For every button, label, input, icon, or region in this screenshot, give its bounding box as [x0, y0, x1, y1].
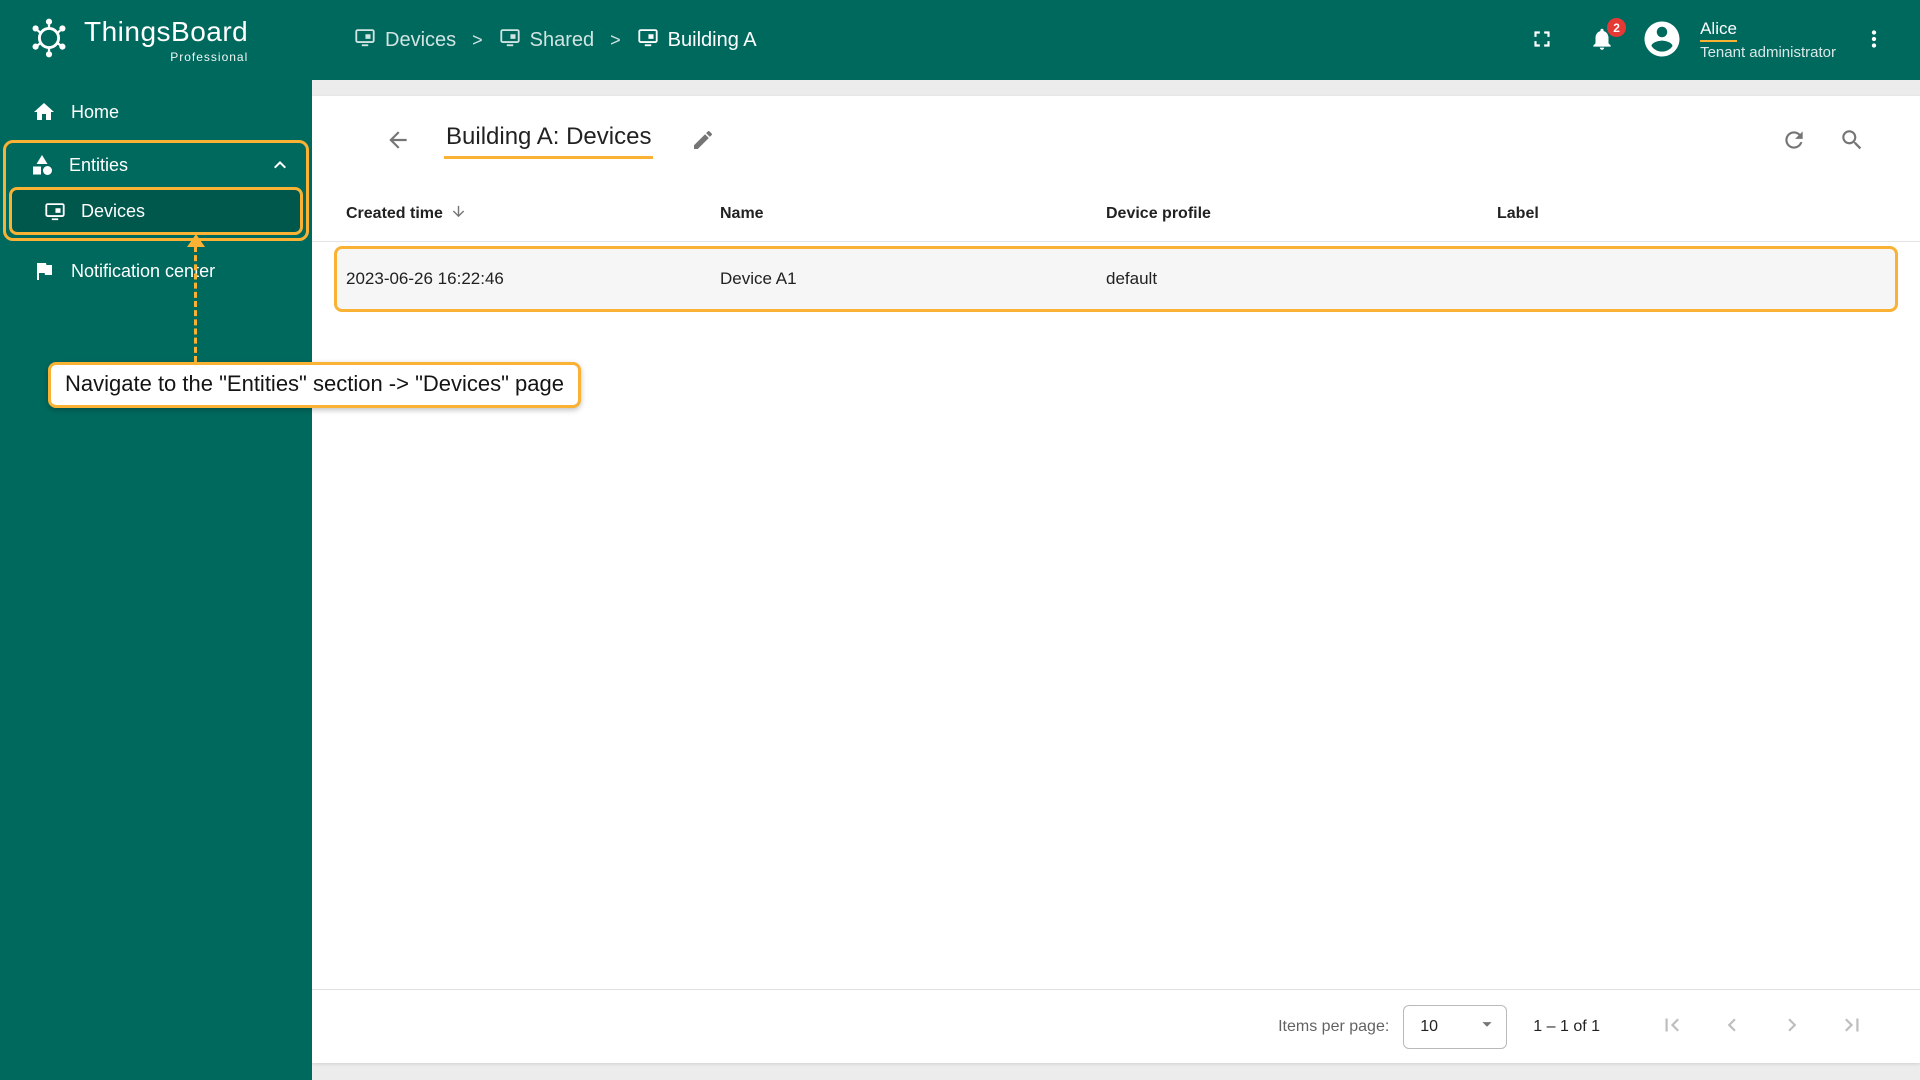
- sidebar-item-label: Entities: [69, 154, 129, 175]
- table-header-row: Created time Name Device profile Label: [312, 186, 1920, 242]
- search-button[interactable]: [1830, 119, 1874, 163]
- first-page-button[interactable]: [1648, 1003, 1696, 1051]
- paginator-buttons: [1648, 1003, 1876, 1051]
- next-page-button[interactable]: [1768, 1003, 1816, 1051]
- devices-icon: [354, 26, 376, 54]
- items-per-page-label: Items per page:: [1278, 1017, 1390, 1035]
- arrow-back-icon: [385, 127, 411, 156]
- items-per-page-select[interactable]: 10: [1403, 1004, 1508, 1049]
- home-icon: [32, 100, 56, 124]
- notifications-button[interactable]: 2: [1580, 18, 1627, 62]
- sort-desc-icon: [450, 203, 467, 225]
- pencil-icon: [691, 128, 715, 155]
- entities-highlight-box: Entities Devices: [3, 140, 309, 241]
- sidebar: ThingsBoard Professional Home Entities D…: [0, 0, 312, 1080]
- entities-icon: [30, 153, 54, 177]
- tutorial-tooltip: Navigate to the "Entities" section -> "D…: [48, 362, 581, 408]
- sidebar-item-label: Home: [71, 101, 120, 122]
- last-page-icon: [1839, 1012, 1865, 1041]
- breadcrumb-item-shared[interactable]: Shared: [499, 26, 595, 54]
- cell-device-profile: default: [1106, 269, 1158, 288]
- breadcrumb-separator: >: [610, 29, 621, 50]
- paginator-range: 1 – 1 of 1: [1533, 1017, 1600, 1035]
- breadcrumb-label: Shared: [529, 28, 595, 51]
- breadcrumb-label: Devices: [385, 28, 457, 51]
- avatar[interactable]: [1640, 18, 1684, 62]
- chevron-right-icon: [1779, 1012, 1805, 1041]
- app-edition: Professional: [170, 50, 249, 64]
- tutorial-dashed-line: [194, 246, 197, 362]
- thingsboard-logo-icon: [26, 15, 72, 66]
- devices-icon: [499, 26, 521, 54]
- devices-highlight-box: Devices: [9, 187, 303, 235]
- sidebar-item-devices[interactable]: Devices: [12, 190, 300, 232]
- card-title-row: Building A: Devices: [312, 96, 1920, 186]
- main-content: Building A: Devices Created time Name De…: [312, 80, 1920, 1080]
- search-icon: [1839, 127, 1865, 156]
- column-header-name[interactable]: Name: [720, 205, 1106, 223]
- table-row[interactable]: 2023-06-26 16:22:46 Device A1 default: [334, 246, 1898, 312]
- user-name: Alice: [1700, 18, 1737, 42]
- column-header-created-time[interactable]: Created time: [346, 203, 720, 225]
- chevron-left-icon: [1719, 1012, 1745, 1041]
- chevron-up-icon: [268, 153, 292, 177]
- account-circle-icon: [1641, 18, 1683, 63]
- breadcrumb-separator: >: [472, 29, 483, 50]
- thingsboard-logo[interactable]: ThingsBoard Professional: [0, 0, 312, 80]
- breadcrumb-item-building-a: Building A: [637, 26, 757, 54]
- kebab-menu-button[interactable]: [1852, 18, 1896, 62]
- sidebar-item-home[interactable]: Home: [0, 90, 312, 134]
- devices-card: Building A: Devices Created time Name De…: [312, 96, 1920, 1063]
- column-header-label[interactable]: Label: [1497, 205, 1898, 223]
- table-actions: [1772, 119, 1874, 163]
- sidebar-item-notification-center[interactable]: Notification center: [0, 249, 312, 293]
- sidebar-item-entities[interactable]: Entities: [6, 143, 306, 187]
- kebab-menu-icon: [1861, 26, 1887, 55]
- edit-title-button[interactable]: [681, 119, 725, 163]
- first-page-icon: [1659, 1012, 1685, 1041]
- last-page-button[interactable]: [1828, 1003, 1876, 1051]
- column-header-device-profile[interactable]: Device profile: [1106, 205, 1497, 223]
- breadcrumb-label: Building A: [667, 28, 757, 51]
- devices-icon: [44, 200, 66, 222]
- user-role: Tenant administrator: [1700, 43, 1836, 61]
- back-button[interactable]: [376, 119, 420, 163]
- dropdown-caret-icon: [1476, 1013, 1498, 1040]
- page-title: Building A: Devices: [444, 123, 654, 159]
- top-bar: Devices > Shared > Building A 2 Alice Te…: [312, 0, 1920, 80]
- refresh-button[interactable]: [1772, 119, 1816, 163]
- previous-page-button[interactable]: [1708, 1003, 1756, 1051]
- items-per-page-value: 10: [1420, 1017, 1439, 1035]
- fullscreen-icon: [1529, 26, 1555, 55]
- cell-name: Device A1: [720, 269, 797, 288]
- sidebar-item-label: Devices: [81, 200, 146, 221]
- app-title: ThingsBoard: [84, 16, 249, 47]
- cell-created-time: 2023-06-26 16:22:46: [346, 269, 504, 288]
- paginator: Items per page: 10 1 – 1 of 1: [312, 989, 1920, 1063]
- notification-badge: 2: [1607, 18, 1627, 37]
- breadcrumb-item-devices[interactable]: Devices: [354, 26, 456, 54]
- breadcrumb: Devices > Shared > Building A: [312, 26, 757, 54]
- user-menu[interactable]: Alice Tenant administrator: [1700, 18, 1836, 63]
- devices-icon: [637, 26, 659, 54]
- sidebar-nav: Home Entities Devices Notification cente…: [0, 80, 312, 293]
- header-actions: 2 Alice Tenant administrator: [1520, 18, 1920, 63]
- logo-text: ThingsBoard Professional: [84, 16, 248, 64]
- fullscreen-button[interactable]: [1520, 18, 1564, 62]
- flag-icon: [32, 259, 56, 283]
- refresh-icon: [1781, 127, 1807, 156]
